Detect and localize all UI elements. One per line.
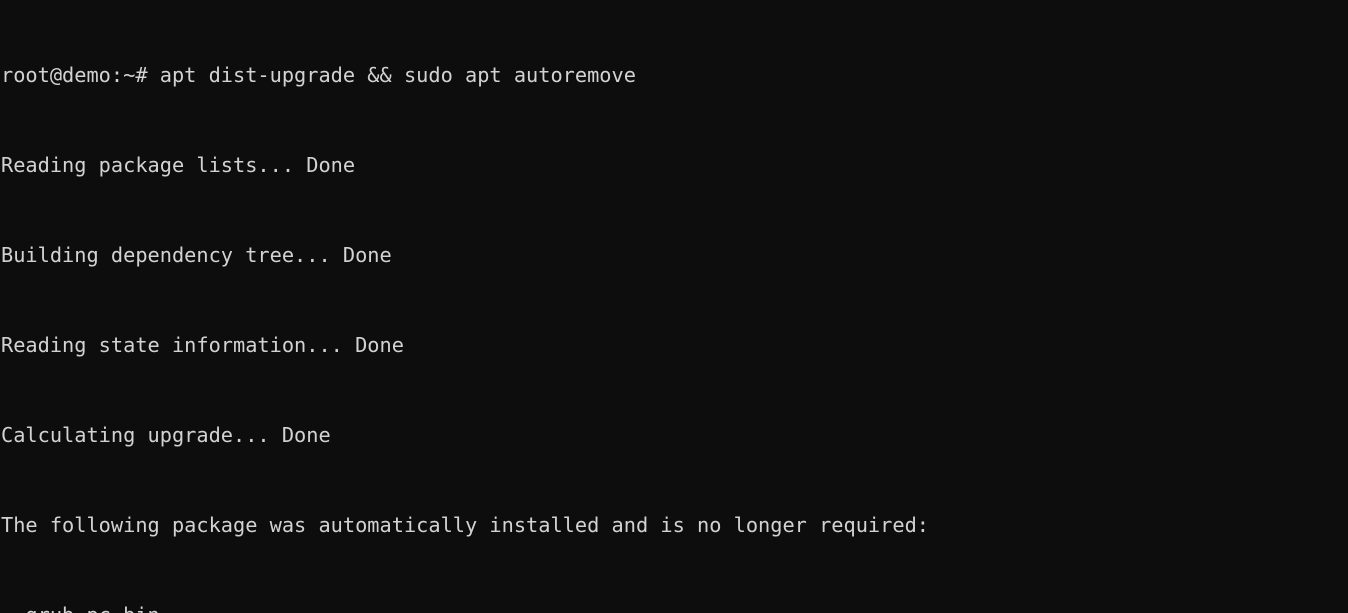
terminal-cursor bbox=[146, 574, 157, 596]
terminal-line: Reading package lists... Done bbox=[1, 153, 356, 177]
terminal-line: grub-pc-bin bbox=[1, 600, 1348, 613]
terminal-line: root@demo:~# apt dist-upgrade && sudo ap… bbox=[1, 63, 636, 87]
terminal-output[interactable]: root@demo:~# apt dist-upgrade && sudo ap… bbox=[1, 0, 1348, 613]
terminal-line: Building dependency tree... Done bbox=[1, 243, 392, 267]
terminal-line: Calculating upgrade... Done bbox=[1, 423, 331, 447]
terminal-line: The following package was automatically … bbox=[1, 513, 929, 537]
terminal-window[interactable]: root@demo:~# apt dist-upgrade && sudo ap… bbox=[0, 0, 1348, 613]
terminal-line: Reading state information... Done bbox=[1, 333, 404, 357]
